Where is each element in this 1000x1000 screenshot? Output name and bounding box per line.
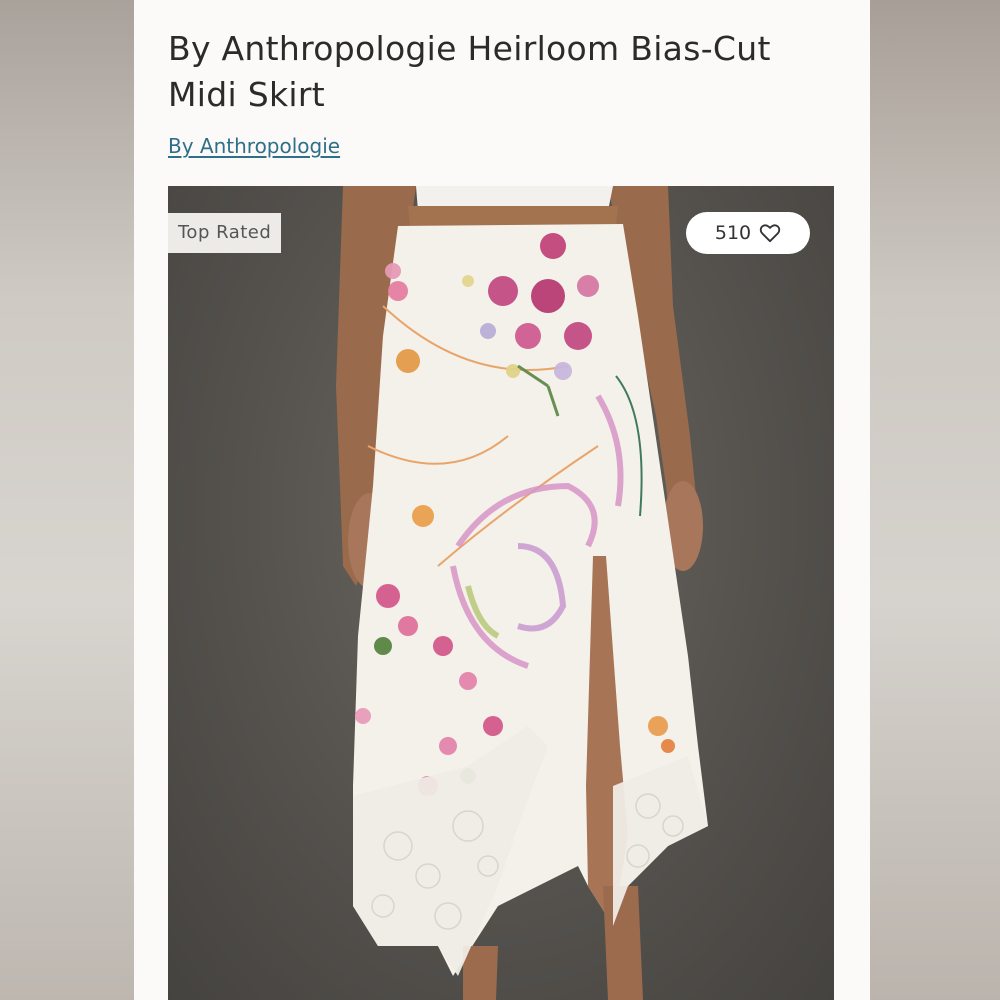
background-blur-right [870, 0, 1000, 1000]
skirt-photo-illustration [336, 186, 708, 1000]
like-count: 510 [714, 222, 752, 244]
top-rated-badge: Top Rated [168, 213, 282, 253]
background-blur-left [0, 0, 134, 1000]
brand-link[interactable]: By Anthropologie [168, 134, 340, 158]
heart-outline-icon [759, 224, 781, 243]
product-title: By Anthropologie Heirloom Bias-Cut Midi … [168, 29, 771, 114]
favorite-button[interactable]: 510 [686, 212, 810, 254]
product-card: By Anthropologie Heirloom Bias-Cut Midi … [134, 0, 870, 1000]
product-image[interactable]: Top Rated 510 [168, 186, 834, 1000]
